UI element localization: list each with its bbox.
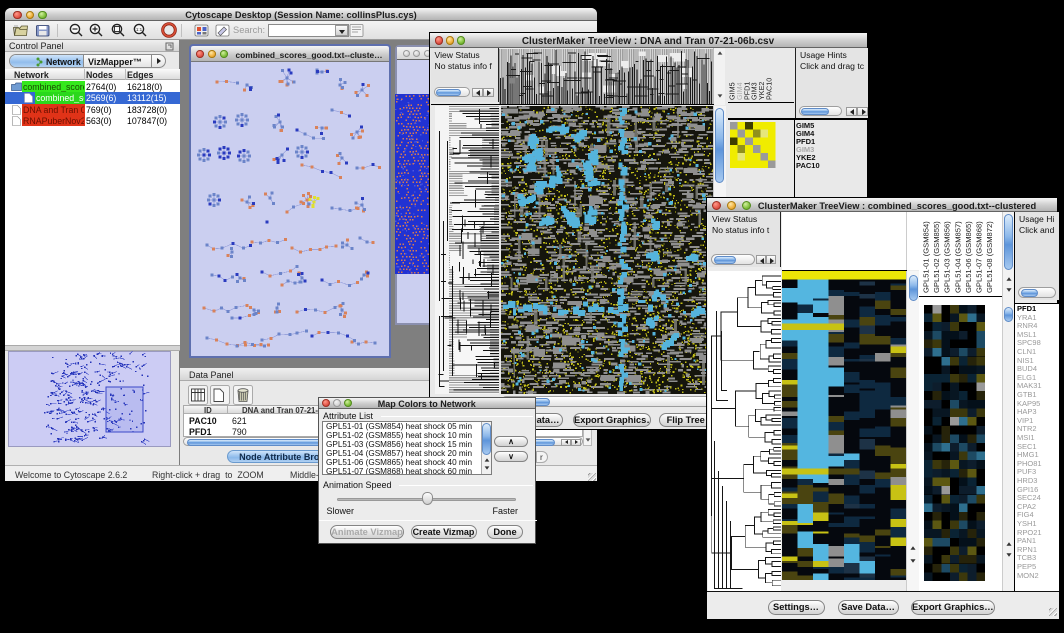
svg-text:GPL51-04 (GSM857): GPL51-04 (GSM857) bbox=[953, 221, 962, 293]
svg-text:GPL51-07 (GSM868): GPL51-07 (GSM868) bbox=[975, 221, 984, 293]
svg-text:GPL51-02 (GSM855): GPL51-02 (GSM855) bbox=[932, 221, 941, 293]
svg-text:1:1: 1:1 bbox=[136, 27, 143, 32]
svg-text:GPL51-06 (GSM865): GPL51-06 (GSM865) bbox=[964, 221, 973, 293]
svg-text:GPL51-08 (GSM872): GPL51-08 (GSM872) bbox=[985, 221, 994, 293]
svg-text:GPL51-03 (GSM856): GPL51-03 (GSM856) bbox=[943, 221, 952, 293]
svg-text:GPL51-01 (GSM854): GPL51-01 (GSM854) bbox=[922, 221, 931, 293]
svg-text:PAC10: PAC10 bbox=[764, 78, 773, 100]
